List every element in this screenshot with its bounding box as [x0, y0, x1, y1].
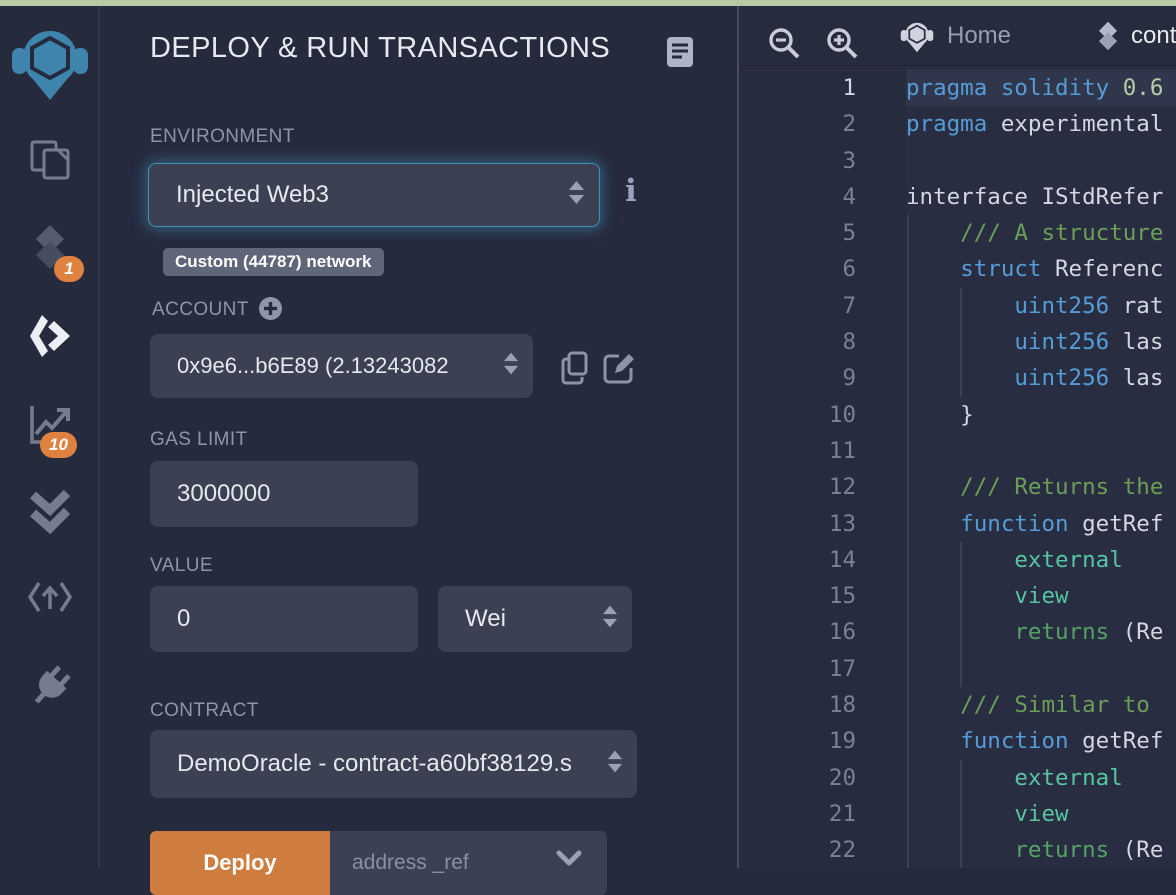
editor-code[interactable]: pragma solidity 0.6 pragma experimental in… — [906, 70, 1176, 869]
info-icon[interactable]: i — [625, 174, 637, 208]
line-number: 13 — [828, 510, 856, 537]
network-badge: Custom (44787) network — [163, 248, 384, 276]
gas-limit-input[interactable] — [150, 461, 418, 527]
environment-select[interactable]: Injected Web3 — [148, 163, 600, 227]
code-line: external — [1014, 764, 1123, 791]
line-number: 9 — [842, 365, 856, 392]
tab-file-label: contr — [1131, 21, 1176, 49]
code-line: function getRef — [960, 728, 1164, 755]
select-arrows-icon — [602, 605, 618, 634]
tab-home[interactable]: Home — [899, 6, 1011, 66]
line-number: 6 — [842, 256, 856, 283]
line-number: 1 — [842, 75, 856, 101]
value-unit: Wei — [465, 605, 506, 632]
line-number: 18 — [828, 692, 856, 719]
value-label: VALUE — [150, 555, 213, 576]
unit-testing-icon[interactable] — [0, 488, 100, 534]
code-line: uint256 las — [1014, 329, 1164, 356]
account-label: ACCOUNT — [152, 299, 249, 320]
editor-tab-bar: Home contr — [739, 6, 1176, 66]
line-number: 3 — [842, 147, 856, 174]
zoom-out-icon[interactable] — [767, 26, 801, 65]
file-explorer-icon[interactable] — [0, 139, 100, 181]
line-number: 14 — [828, 546, 856, 573]
expand-deploy-chevron-icon[interactable] — [556, 850, 582, 873]
docs-book-icon[interactable] — [666, 36, 694, 73]
line-number: 7 — [842, 292, 856, 319]
editor-gutter: 1 2 3 4 5 6 7 8 9 10 11 12 13 14 15 16 17 18 19 20 21 22 — [739, 70, 856, 869]
add-account-icon[interactable] — [258, 296, 283, 326]
code-line: /// Returns the — [906, 474, 1164, 501]
indent-guide — [960, 288, 962, 397]
select-arrows-icon — [503, 352, 519, 381]
code-line: external — [1014, 546, 1123, 573]
line-number: 12 — [828, 474, 856, 501]
zoom-in-icon[interactable] — [825, 26, 859, 65]
code-editor: Home contr 12345678910111213141516171819… — [737, 6, 1176, 868]
line-number: 10 — [828, 401, 856, 428]
code-line: pragma experimental — [906, 111, 1164, 138]
line-number: 20 — [828, 764, 856, 791]
indent-guide — [960, 760, 962, 868]
code-line: view — [1014, 800, 1069, 827]
environment-value: Injected Web3 — [176, 181, 329, 208]
deploy-run-icon[interactable] — [0, 314, 100, 358]
contract-select[interactable]: DemoOracle - contract-a60bf38129.s — [150, 730, 637, 798]
deploy-button[interactable]: Deploy — [150, 831, 330, 895]
contract-value: DemoOracle - contract-a60bf38129.s — [177, 750, 572, 777]
code-line: function getRef — [960, 510, 1164, 537]
analytics-badge: 10 — [40, 432, 77, 458]
line-number: 11 — [828, 437, 856, 464]
activity-bar: 1 10 — [0, 6, 100, 868]
line-number: 8 — [842, 329, 856, 356]
line-number: 15 — [828, 583, 856, 610]
code-line: /// A structure — [906, 220, 1164, 247]
indent-guide — [907, 215, 909, 868]
code-line: view — [1014, 583, 1069, 610]
account-value: 0x9e6...b6E89 (2.13243082 — [177, 353, 449, 378]
line-number: 2 — [842, 111, 856, 138]
code-line: pragma solidity 0.6 — [906, 70, 1176, 107]
code-line: returns (Re — [1014, 837, 1164, 864]
compiler-badge: 1 — [54, 256, 84, 282]
line-number: 16 — [828, 619, 856, 646]
remix-home-icon — [900, 22, 934, 52]
environment-label: ENVIRONMENT — [150, 126, 295, 147]
code-line: interface IStdRefer — [906, 183, 1164, 210]
tab-home-label: Home — [947, 21, 1012, 49]
remix-logo — [0, 20, 100, 104]
line-number: 5 — [842, 220, 856, 247]
deploy-run-panel: DEPLOY & RUN TRANSACTIONS ENVIRONMENT In… — [100, 6, 737, 895]
line-number: 22 — [828, 837, 856, 864]
select-arrows-icon — [607, 750, 623, 779]
contract-label: CONTRACT — [150, 700, 259, 721]
code-line: } — [906, 401, 974, 428]
panel-title: DEPLOY & RUN TRANSACTIONS — [150, 32, 611, 64]
code-line: struct Referenc — [960, 256, 1164, 283]
line-number: 19 — [828, 728, 856, 755]
solidity-file-icon — [1098, 21, 1118, 50]
code-line: uint256 rat — [1014, 292, 1164, 319]
source-verify-icon[interactable] — [0, 580, 100, 614]
select-arrows-icon — [568, 180, 585, 210]
account-select[interactable]: 0x9e6...b6E89 (2.13243082 — [150, 334, 533, 398]
edit-account-icon[interactable] — [603, 352, 635, 389]
value-unit-select[interactable]: Wei — [438, 586, 632, 652]
tab-contract-file[interactable]: contr — [1097, 6, 1176, 66]
code-line: uint256 las — [1014, 365, 1164, 392]
gas-limit-label: GAS LIMIT — [150, 429, 248, 450]
line-number: 17 — [828, 655, 856, 682]
code-line: /// Similar to — [906, 692, 1150, 719]
indent-guide — [960, 542, 962, 687]
code-line: returns (Re — [1014, 619, 1164, 646]
copy-account-icon[interactable] — [560, 351, 590, 390]
plugin-manager-icon[interactable] — [0, 664, 100, 710]
value-input[interactable] — [150, 586, 418, 652]
line-number: 4 — [842, 183, 856, 210]
line-number: 21 — [828, 800, 856, 827]
solidity-compiler-icon[interactable] — [0, 224, 100, 270]
